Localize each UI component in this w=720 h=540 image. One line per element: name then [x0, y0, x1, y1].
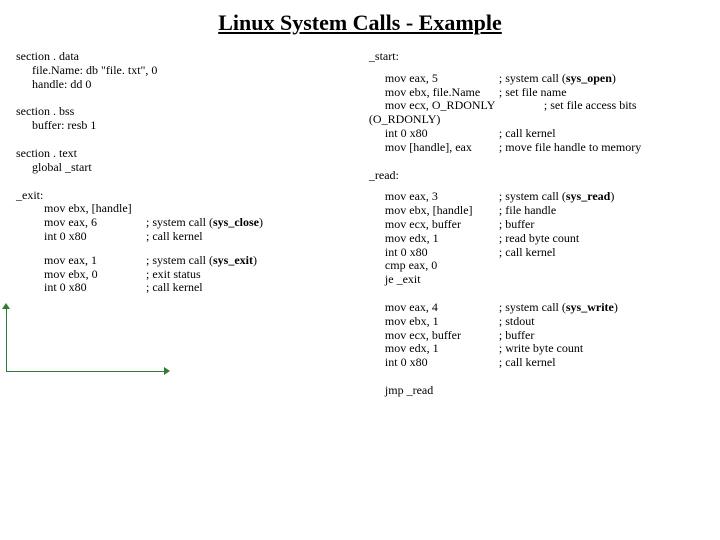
exit2-block: mov eax, 1 ; system call (sys_exit) mov …	[16, 254, 369, 295]
code-comment: ; buffer	[499, 329, 708, 343]
code-line: (O_RDONLY)	[369, 113, 440, 127]
code-comment: ; call kernel	[146, 230, 369, 244]
start-block: _start: mov eax, 5 ; system call (sys_op…	[369, 50, 708, 155]
exit-block: _exit: mov ebx, [handle] mov eax, 6 ; sy…	[16, 189, 369, 244]
code-line: mov eax, 3	[369, 190, 499, 204]
code-line: mov eax, 1	[16, 254, 146, 268]
code-line: mov eax, 6	[16, 216, 146, 230]
text-section: section . text global _start	[16, 147, 369, 175]
jmp-block: jmp _read	[369, 384, 708, 398]
code-line: je _exit	[369, 273, 499, 287]
code-line: int 0 x80	[369, 127, 499, 141]
code-comment: ; move file handle to memory	[499, 141, 708, 155]
flow-arrow-line	[6, 307, 7, 371]
code-comment: ; system call (sys_close)	[146, 216, 369, 230]
page-title: Linux System Calls - Example	[0, 0, 720, 50]
code-line: mov edx, 1	[369, 342, 499, 356]
code-comment: ; set file name	[499, 86, 708, 100]
code-comment: ; read byte count	[499, 232, 708, 246]
code-line: mov ecx, O_RDONLY	[369, 99, 544, 113]
code-line: handle: dd 0	[16, 78, 91, 92]
label-start: _start:	[369, 50, 499, 64]
code-comment: ; system call (sys_open)	[499, 72, 708, 86]
read-block: _read: mov eax, 3 ; system call (sys_rea…	[369, 169, 708, 287]
code-line: mov ecx, buffer	[369, 329, 499, 343]
code-line: int 0 x80	[16, 230, 146, 244]
bss-section: section . bss buffer: resb 1	[16, 105, 369, 133]
code-comment: ; system call (sys_write)	[499, 301, 708, 315]
data-section: section . data file.Name: db "file. txt"…	[16, 50, 369, 91]
code-line: mov edx, 1	[369, 232, 499, 246]
code-line: int 0 x80	[16, 281, 146, 295]
code-line: int 0 x80	[369, 356, 499, 370]
code-line: int 0 x80	[369, 246, 499, 260]
code-line: global _start	[16, 161, 92, 175]
code-comment: ; call kernel	[499, 127, 708, 141]
code-comment: ; system call (sys_read)	[499, 190, 708, 204]
code-line: jmp _read	[369, 384, 499, 398]
code-line: mov eax, 5	[369, 72, 499, 86]
code-comment: ; exit status	[146, 268, 369, 282]
left-column: section . data file.Name: db "file. txt"…	[16, 50, 369, 412]
code-line: mov ebx, file.Name	[369, 86, 499, 100]
code-line: mov ecx, buffer	[369, 218, 499, 232]
code-line: mov ebx, 1	[369, 315, 499, 329]
code-comment: ; write byte count	[499, 342, 708, 356]
code-line: mov ebx, [handle]	[369, 204, 499, 218]
code-line: cmp eax, 0	[369, 259, 499, 273]
label-exit: _exit:	[16, 189, 146, 203]
code-line: file.Name: db "file. txt", 0	[16, 64, 157, 78]
code-line: section . text	[16, 147, 146, 161]
code-line: section . bss	[16, 105, 146, 119]
code-line: buffer: resb 1	[16, 119, 96, 133]
code-line: mov [handle], eax	[369, 141, 499, 155]
code-comment: ; set file access bits	[544, 99, 708, 113]
code-comment: ; system call (sys_exit)	[146, 254, 369, 268]
code-line: mov ebx, 0	[16, 268, 146, 282]
flow-arrow-line	[6, 371, 164, 372]
content-columns: section . data file.Name: db "file. txt"…	[0, 50, 720, 412]
label-read: _read:	[369, 169, 499, 183]
write-block: mov eax, 4 ; system call (sys_write) mov…	[369, 301, 708, 370]
code-comment: ; call kernel	[146, 281, 369, 295]
code-line: mov ebx, [handle]	[16, 202, 132, 216]
code-line: mov eax, 4	[369, 301, 499, 315]
flow-arrow-head-icon	[164, 367, 170, 375]
code-comment: ; buffer	[499, 218, 708, 232]
code-comment: ; call kernel	[499, 356, 708, 370]
code-comment: ; call kernel	[499, 246, 708, 260]
code-comment: ; stdout	[499, 315, 708, 329]
right-column: _start: mov eax, 5 ; system call (sys_op…	[369, 50, 708, 412]
code-comment: ; file handle	[499, 204, 708, 218]
code-line: section . data	[16, 50, 146, 64]
